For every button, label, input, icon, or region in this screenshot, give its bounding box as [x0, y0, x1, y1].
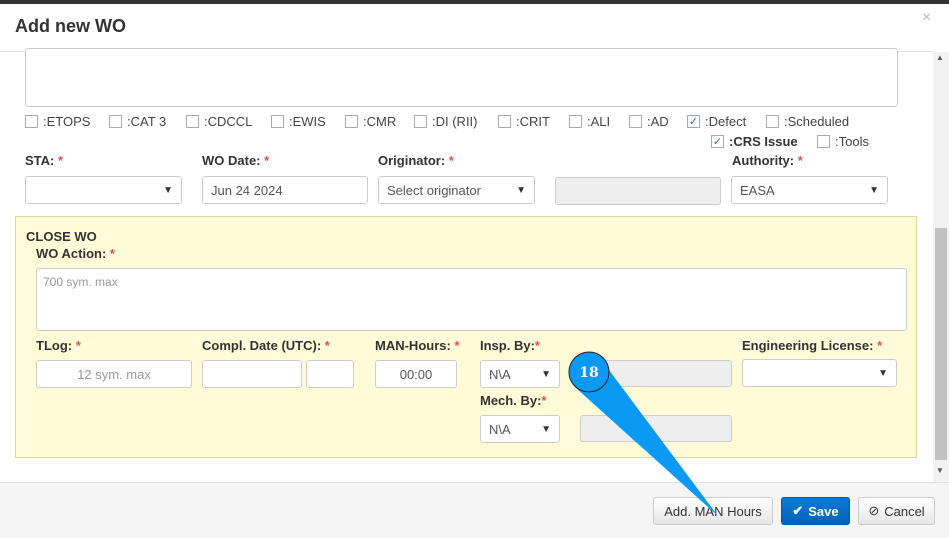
chevron-down-icon: ▼	[541, 368, 551, 380]
flag-checkbox[interactable]: :Tools	[817, 134, 869, 149]
originator-select[interactable]: Select originator ▼	[378, 176, 535, 204]
flag-label: :CRIT	[516, 114, 550, 129]
checkbox-icon[interactable]: ✓	[711, 135, 724, 148]
flag-checkbox[interactable]: ✓ :CRS Issue	[711, 134, 798, 149]
flag-label: :CDCCL	[204, 114, 253, 129]
flag-label: :AD	[647, 114, 669, 129]
dialog-title: Add new WO	[15, 16, 126, 36]
checkbox-icon[interactable]	[414, 115, 427, 128]
checkbox-icon[interactable]	[25, 115, 38, 128]
flag-checkbox[interactable]: :Scheduled	[766, 114, 849, 129]
close-wo-panel	[15, 216, 917, 458]
flag-label: :DI (RII)	[432, 114, 478, 129]
man-hours-label: MAN-Hours: *	[375, 338, 460, 353]
checkbox-icon[interactable]	[186, 115, 199, 128]
authority-select[interactable]: EASA ▼	[731, 176, 888, 204]
close-wo-title: CLOSE WO	[26, 229, 97, 244]
flag-checkbox[interactable]: :DI (RII)	[414, 114, 478, 129]
flag-checkbox[interactable]: :ETOPS	[25, 114, 90, 129]
wo-date-label: WO Date: *	[202, 153, 270, 168]
description-textarea[interactable]	[25, 48, 898, 107]
mech-by-label: Mech. By:*	[480, 393, 547, 408]
compl-date-input[interactable]	[202, 360, 302, 388]
flag-label: :CAT 3	[127, 114, 167, 129]
compl-time-input[interactable]	[306, 360, 354, 388]
flag-checkbox[interactable]: :EWIS	[271, 114, 326, 129]
flag-checkbox[interactable]: :CDCCL	[186, 114, 252, 129]
flag-label: :EWIS	[289, 114, 326, 129]
mech-by-select[interactable]: N\A ▼	[480, 415, 560, 443]
tlog-label: TLog: *	[36, 338, 81, 353]
flag-checkbox[interactable]: :CMR	[345, 114, 396, 129]
checkbox-icon[interactable]	[271, 115, 284, 128]
flag-checkbox[interactable]: :CRIT	[498, 114, 550, 129]
insp-by-name-field	[580, 360, 732, 387]
flag-label: :ALI	[587, 114, 611, 129]
wo-action-label: WO Action: *	[36, 246, 115, 261]
compl-date-label: Compl. Date (UTC): *	[202, 338, 330, 353]
check-icon: ✔	[792, 503, 804, 518]
sta-select[interactable]: ▼	[25, 176, 182, 204]
tlog-input[interactable]: 12 sym. max	[36, 360, 192, 388]
chevron-down-icon: ▼	[869, 184, 879, 196]
flag-checkbox[interactable]: :AD	[629, 114, 669, 129]
window-top-bar	[0, 0, 949, 4]
checkbox-icon[interactable]	[766, 115, 779, 128]
man-hours-input[interactable]: 00:00	[375, 360, 457, 388]
ban-icon: ⊘	[868, 503, 880, 518]
checkbox-icon[interactable]	[109, 115, 122, 128]
originator-label: Originator: *	[378, 153, 454, 168]
eng-license-select[interactable]: ▼	[742, 359, 897, 387]
cancel-button[interactable]: ⊘ Cancel	[858, 497, 935, 525]
flag-label: :Defect	[705, 114, 747, 129]
insp-by-select[interactable]: N\A ▼	[480, 360, 560, 388]
checkbox-icon[interactable]	[569, 115, 582, 128]
flag-checkbox[interactable]: :CAT 3	[109, 114, 166, 129]
insp-by-label: Insp. By:*	[480, 338, 540, 353]
chevron-down-icon: ▼	[541, 423, 551, 435]
close-icon[interactable]: ×	[922, 9, 931, 27]
authority-label: Authority: *	[732, 153, 803, 168]
flag-label: :ETOPS	[43, 114, 91, 129]
chevron-down-icon: ▼	[163, 184, 173, 196]
flag-label: :CMR	[363, 114, 397, 129]
chevron-down-icon: ▼	[878, 367, 888, 379]
originator-name-field	[555, 177, 721, 205]
scroll-down-icon[interactable]: ▼	[936, 466, 944, 475]
checkbox-icon[interactable]	[498, 115, 511, 128]
sta-label: STA: *	[25, 153, 64, 168]
flag-label: :Tools	[835, 134, 869, 149]
flag-checkbox[interactable]: ✓ :Defect	[687, 114, 746, 129]
wo-action-textarea[interactable]: 700 sym. max	[36, 268, 907, 331]
flag-checkbox[interactable]: :ALI	[569, 114, 610, 129]
checkbox-icon[interactable]	[345, 115, 358, 128]
save-button[interactable]: ✔ Save	[781, 497, 850, 525]
flag-label: :Scheduled	[784, 114, 850, 129]
wo-date-input[interactable]: Jun 24 2024	[202, 176, 368, 204]
chevron-down-icon: ▼	[516, 184, 526, 196]
checkbox-icon[interactable]: ✓	[687, 115, 700, 128]
mech-by-name-field	[580, 415, 732, 442]
flag-label: :CRS Issue	[729, 134, 798, 149]
checkbox-icon[interactable]	[629, 115, 642, 128]
checkbox-icon[interactable]	[817, 135, 830, 148]
eng-license-label: Engineering License: *	[742, 338, 883, 353]
scroll-up-icon[interactable]: ▲	[936, 53, 944, 62]
scrollbar-thumb[interactable]	[935, 228, 947, 460]
add-man-hours-button[interactable]: Add. MAN Hours	[653, 497, 773, 525]
